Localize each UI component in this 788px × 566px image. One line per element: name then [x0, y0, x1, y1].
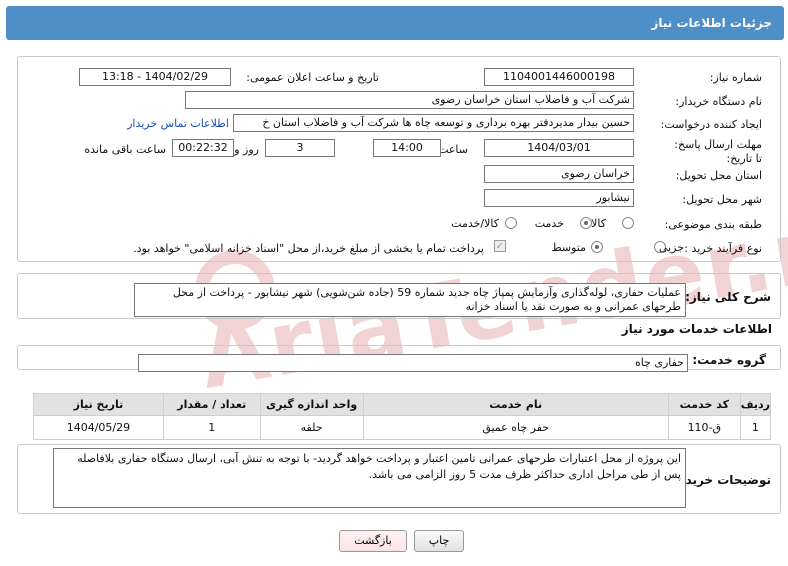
day-label: روز و: [234, 143, 259, 156]
need-details-panel: [17, 56, 781, 262]
deadline-time-label: ساعت: [438, 143, 468, 156]
process-medium-label: متوسط: [551, 241, 586, 254]
day-count-field[interactable]: 3: [265, 139, 335, 157]
cell-code: ق-110: [667, 415, 741, 440]
buyer-org-label: نام دستگاه خریدار:: [675, 95, 762, 108]
city-label: شهر محل تحویل:: [682, 193, 762, 206]
deadline-time-field[interactable]: 14:00: [373, 139, 441, 157]
treasury-payment-checkbox[interactable]: ✓: [494, 240, 506, 252]
col-unit: واحد اندازه گیری: [259, 393, 364, 416]
page-title: جزئیات اطلاعات نیاز: [651, 16, 772, 30]
category-goods-label: کالا: [591, 217, 606, 230]
col-name: نام خدمت: [362, 393, 669, 416]
deadline-date-field[interactable]: 1404/03/01: [484, 139, 634, 157]
col-row: ردیف: [739, 393, 772, 416]
category-service-radio[interactable]: [580, 217, 592, 229]
cell-qty: 1: [162, 415, 261, 440]
payment-note: پرداخت تمام یا بخشی از مبلغ خرید،از محل …: [133, 242, 484, 255]
need-number-field[interactable]: 1104001446000198: [484, 68, 634, 86]
province-label: استان محل تحویل:: [675, 169, 762, 182]
service-group-field[interactable]: حفاری چاه: [138, 354, 688, 372]
cell-unit: حلقه: [259, 415, 364, 440]
process-medium-radio[interactable]: [591, 241, 603, 253]
creator-label: ایجاد کننده درخواست:: [660, 118, 762, 131]
back-button[interactable]: بازگشت: [339, 530, 407, 552]
cell-row: 1: [739, 415, 772, 440]
remaining-label: ساعت باقی مانده: [84, 143, 166, 156]
summary-label: شرح کلی نیاز:: [685, 290, 771, 304]
process-minor-label: جزیی: [658, 241, 684, 254]
cell-date: 1404/05/29: [33, 415, 164, 440]
col-date: تاریخ نیاز: [33, 393, 164, 416]
contact-buyer-link[interactable]: اطلاعات تماس خریدار: [127, 117, 229, 130]
remaining-time-field[interactable]: 00:22:32: [172, 139, 234, 157]
cell-name: حفر چاه عمیق: [362, 415, 669, 440]
category-goods-service-radio[interactable]: [505, 217, 517, 229]
need-number-label: شماره نیاز:: [709, 71, 762, 84]
category-label: طبقه بندی موضوعی:: [664, 218, 762, 231]
col-code: کد خدمت: [667, 393, 741, 416]
category-service-label: خدمت: [534, 217, 564, 230]
buyer-notes-textarea[interactable]: این پروژه از محل اعتبارات طرحهای عمرانی …: [53, 448, 686, 508]
province-field[interactable]: خراسان رضوی: [484, 165, 634, 183]
city-field[interactable]: نیشابور: [484, 189, 634, 207]
announce-label: تاریخ و ساعت اعلان عمومی:: [246, 71, 379, 84]
deadline-label: مهلت ارسال پاسخ: تا تاریخ:: [674, 138, 762, 165]
page-header: جزئیات اطلاعات نیاز: [6, 6, 784, 40]
services-section-title: اطلاعات خدمات مورد نیاز: [621, 322, 772, 336]
table-row[interactable]: 1 ق-110 حفر چاه عمیق حلقه 1 1404/05/29: [33, 415, 772, 440]
col-qty: تعداد / مقدار: [162, 393, 261, 416]
announce-datetime-field[interactable]: 1404/02/29 - 13:18: [79, 68, 231, 86]
creator-field[interactable]: حسین بیدار مدیردفتر بهره برداری و توسعه …: [233, 114, 634, 132]
services-table-header: ردیف کد خدمت نام خدمت واحد اندازه گیری ت…: [33, 393, 772, 416]
summary-textarea[interactable]: عملیات حفاری، لوله‌گذاری وآزمایش پمپاژ چ…: [134, 283, 686, 317]
process-label: نوع فرآیند خرید :: [684, 242, 762, 255]
category-goods-radio[interactable]: [622, 217, 634, 229]
buyer-org-field[interactable]: شرکت آب و فاضلاب استان خراسان رضوی: [185, 91, 634, 109]
category-goods-service-label: کالا/خدمت: [451, 217, 499, 230]
print-button[interactable]: چاپ: [414, 530, 464, 552]
service-group-label: گروه خدمت:: [692, 353, 766, 367]
services-table: ردیف کد خدمت نام خدمت واحد اندازه گیری ت…: [33, 393, 772, 440]
